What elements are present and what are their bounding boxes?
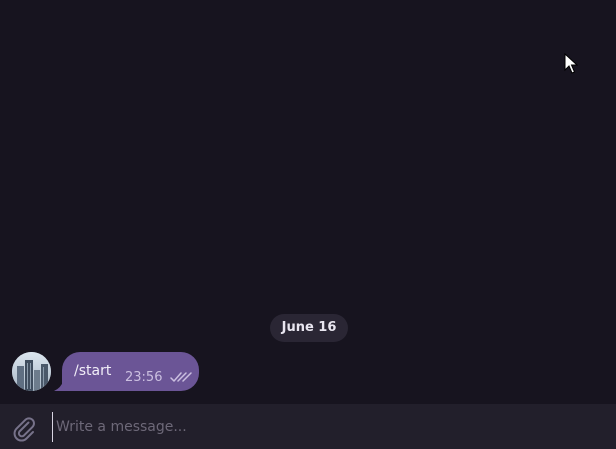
message-history[interactable]: June 16 /start 23:56: [0, 0, 616, 404]
mouse-cursor-icon: [564, 53, 578, 74]
date-separator: June 16: [270, 314, 348, 342]
message-text: /start: [74, 363, 112, 379]
message-time: 23:56: [125, 370, 163, 385]
avatar-image: [12, 352, 51, 391]
composer-bar: [0, 404, 616, 449]
double-check-icon: [170, 372, 192, 382]
message-bubble[interactable]: /start 23:56: [62, 352, 199, 391]
telegram-chat-window: June 16 /start 23:56 Write a message...: [0, 0, 616, 449]
paperclip-icon[interactable]: [10, 414, 38, 442]
message-input[interactable]: [52, 412, 596, 442]
avatar[interactable]: [12, 352, 51, 391]
